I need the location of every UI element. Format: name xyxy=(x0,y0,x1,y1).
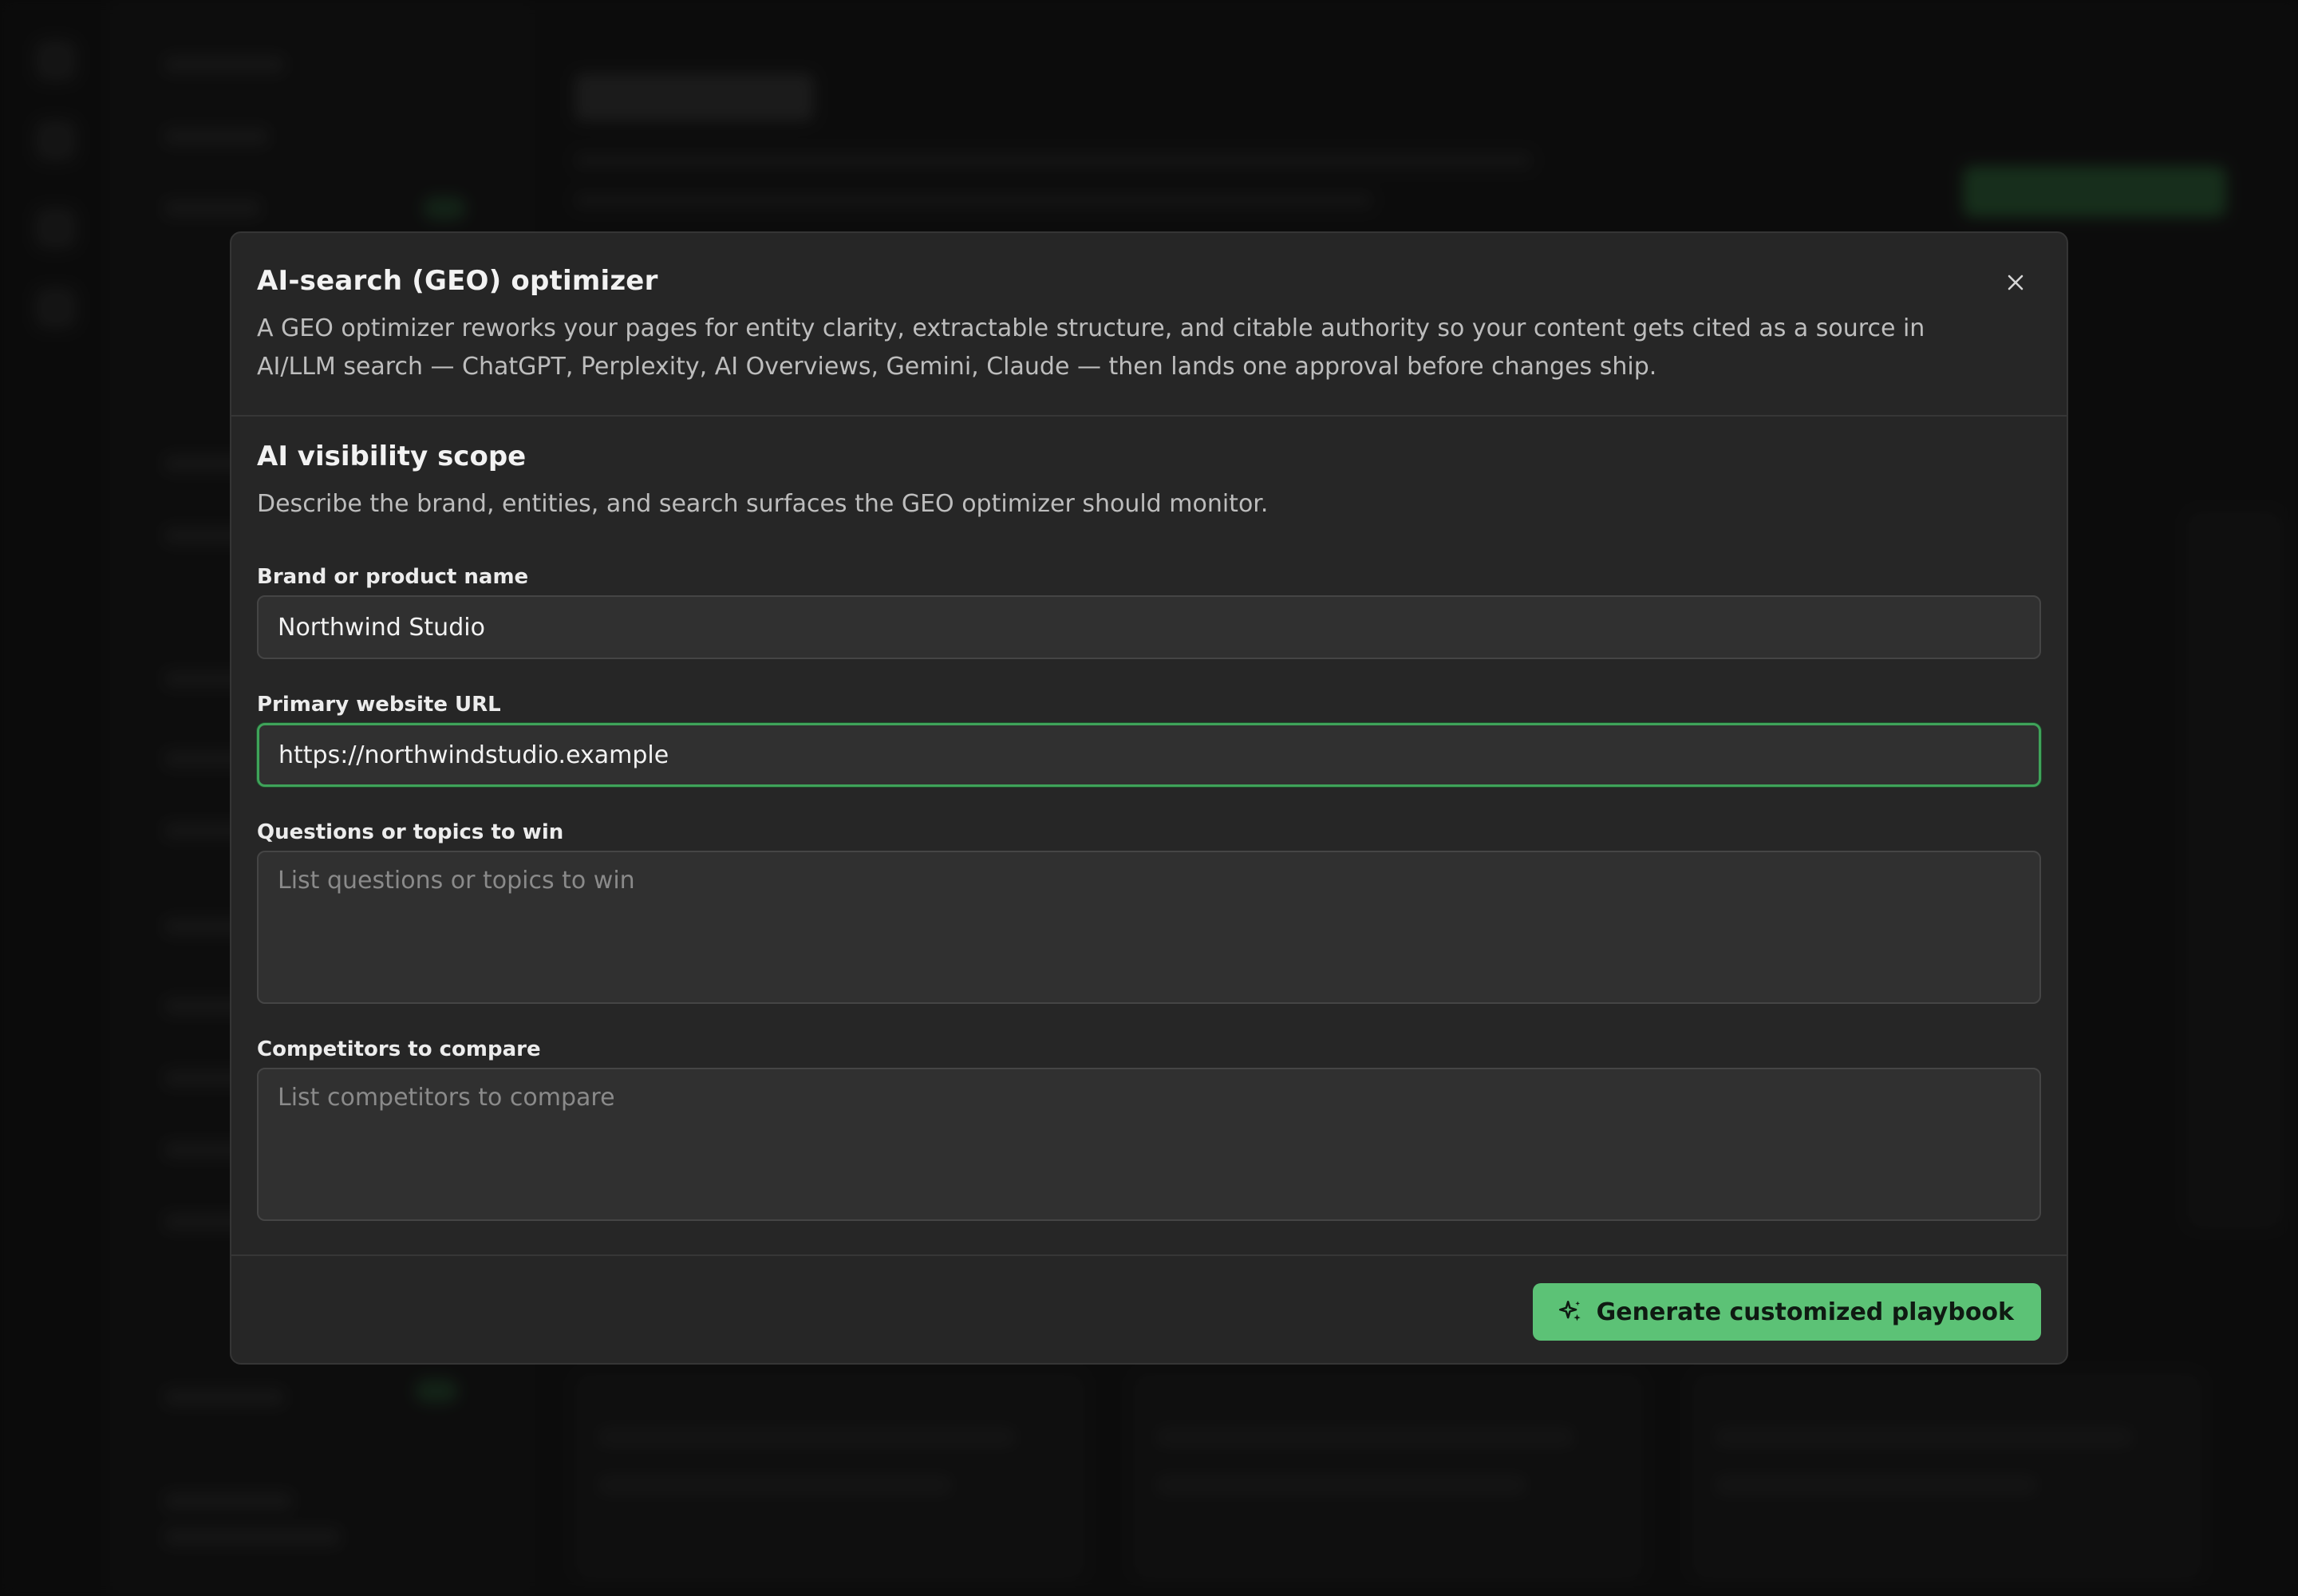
questions-textarea[interactable] xyxy=(257,851,2041,1004)
brand-name-label: Brand or product name xyxy=(257,565,529,589)
questions-label: Questions or topics to win xyxy=(257,820,564,844)
competitors-label: Competitors to compare xyxy=(257,1037,541,1061)
generate-playbook-label: Generate customized playbook xyxy=(1596,1298,2014,1326)
dialog-description: A GEO optimizer reworks your pages for e… xyxy=(257,314,1925,381)
brand-name-input[interactable] xyxy=(257,595,2041,659)
section-description: Describe the brand, entities, and search… xyxy=(257,490,1269,518)
dialog-body: AI visibility scope Describe the brand, … xyxy=(231,418,2067,1248)
generate-playbook-button[interactable]: Generate customized playbook xyxy=(1532,1283,2041,1341)
close-button[interactable] xyxy=(2000,267,2031,298)
dialog-title: AI-search (GEO) optimizer xyxy=(257,265,658,297)
sparkles-icon xyxy=(1558,1300,1581,1321)
geo-optimizer-dialog: AI-search (GEO) optimizer A GEO optimize… xyxy=(230,231,2068,1365)
dialog-header: AI-search (GEO) optimizer A GEO optimize… xyxy=(231,233,2067,417)
dialog-footer: Generate customized playbook xyxy=(231,1254,2067,1363)
section-title: AI visibility scope xyxy=(257,440,527,472)
competitors-textarea[interactable] xyxy=(257,1068,2041,1221)
close-icon xyxy=(2008,275,2024,290)
website-url-input[interactable] xyxy=(257,723,2041,787)
website-url-label: Primary website URL xyxy=(257,693,501,717)
